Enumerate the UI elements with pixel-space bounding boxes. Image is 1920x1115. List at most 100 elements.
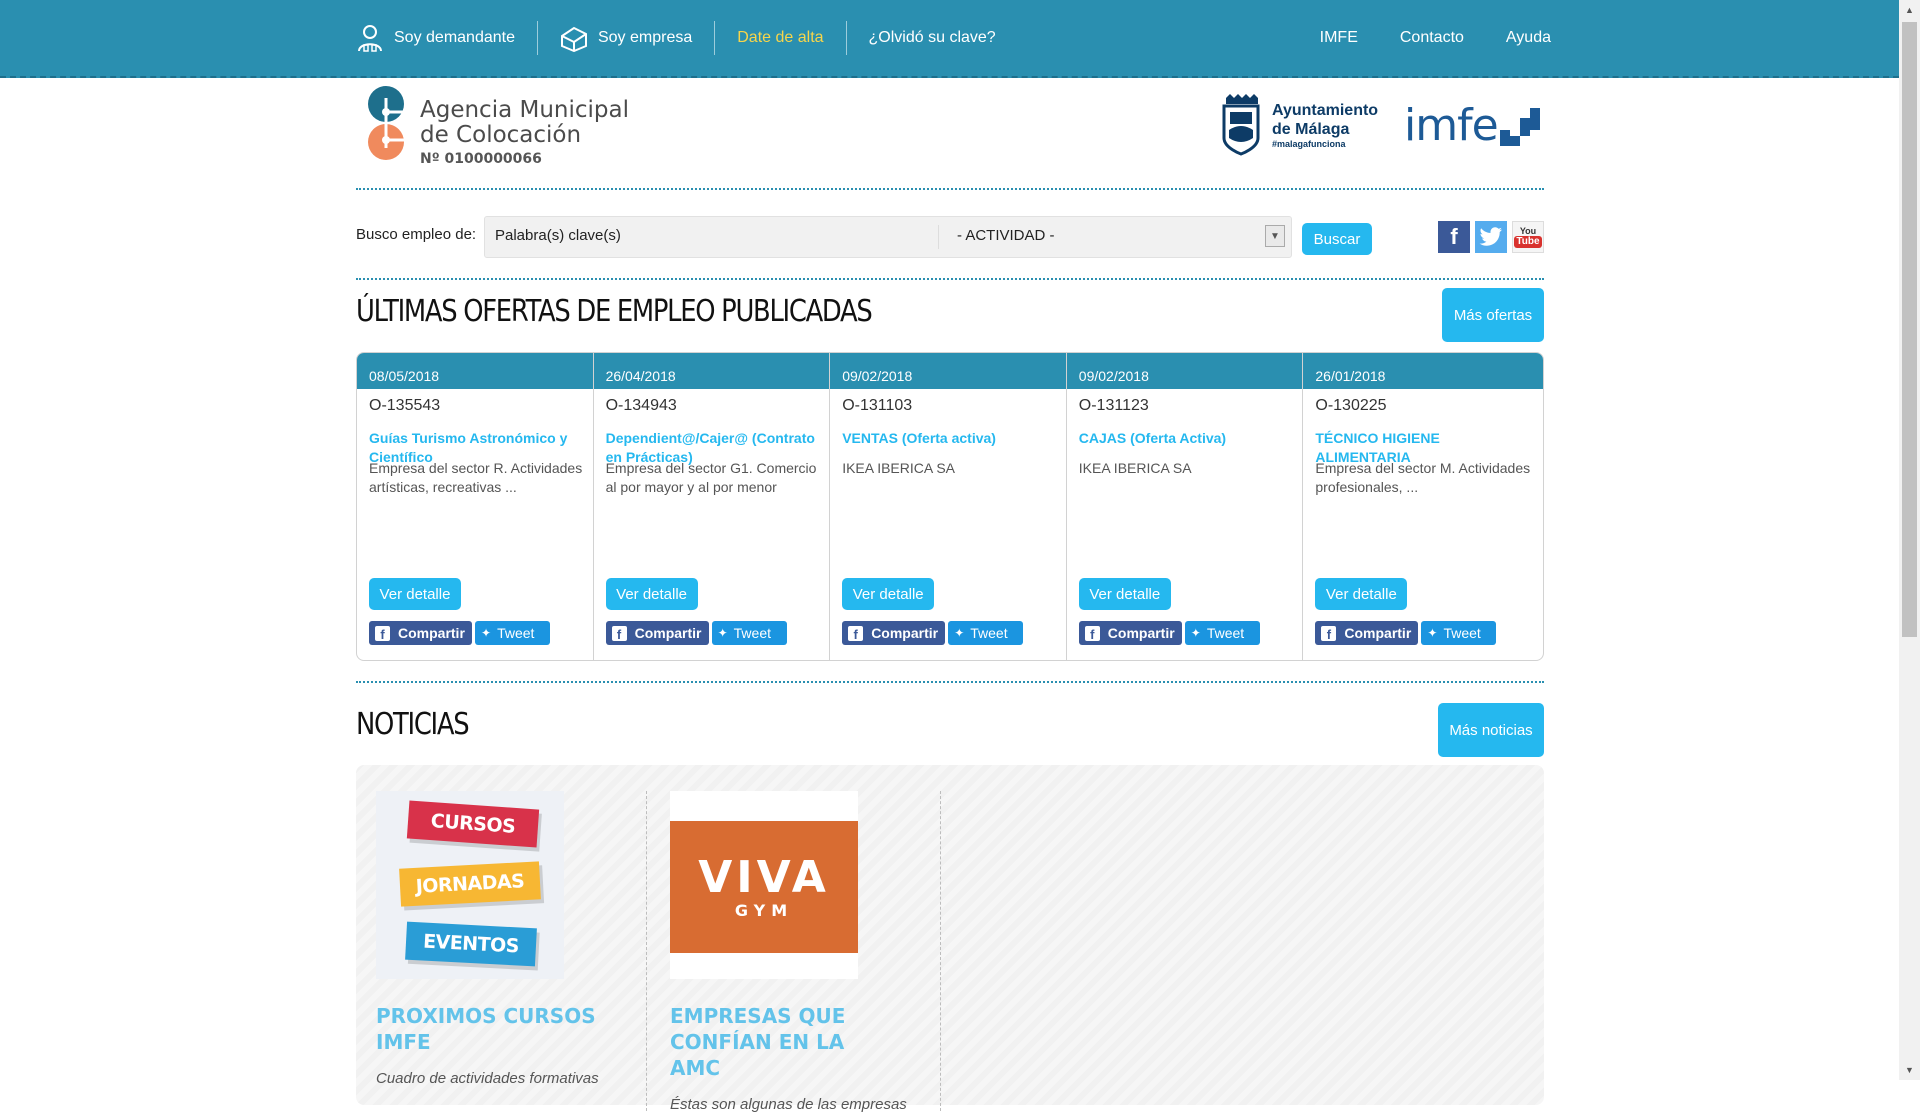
facebook-icon: f [1084,625,1100,641]
view-detail-button[interactable]: Ver detalle [369,578,461,610]
tweet-label: Tweet [1206,625,1245,641]
twitter-bird-icon: ✦ [717,626,728,640]
viva-gym-logo: VIVA GYM [670,821,858,953]
share-buttons: f Compartir ✦ Tweet [842,621,1024,645]
news-title: NOTICIAS [356,707,470,742]
share-label: Compartir [634,625,702,641]
nav-contacto[interactable]: Contacto [1358,21,1464,55]
offer-date: 09/02/2018 [830,353,1066,389]
more-offers-button[interactable]: Más ofertas [1442,288,1544,342]
activity-select[interactable]: - ACTIVIDAD - [957,227,1055,244]
offer-card: 09/02/2018 O-131103 VENTAS (Oferta activ… [830,353,1067,660]
tweet-button[interactable]: ✦ Tweet [948,621,1024,645]
amc-name-line1: Agencia Municipal [420,97,630,123]
search-label: Busco empleo de: [356,226,477,243]
scroll-up-arrow-icon[interactable]: ▲ [1899,0,1920,20]
ayuntamiento-line2: de Málaga [1272,121,1350,138]
nav-olvido-clave[interactable]: ¿Olvidó su clave? [847,21,1018,55]
view-detail-button[interactable]: Ver detalle [1315,578,1408,610]
news-item: CURSOS JORNADAS EVENTOS PROXIMOS CURSOS … [376,791,616,1089]
youtube-icon[interactable]: You Tube [1512,221,1544,253]
facebook-icon: f [1321,625,1337,641]
twitter-icon[interactable] [1475,221,1507,253]
nav-imfe[interactable]: IMFE [1278,21,1358,55]
nav-label: Contacto [1399,29,1464,46]
facebook-share-button[interactable]: f Compartir [1078,621,1182,645]
site-header: Agencia Municipal de Colocación Nº 01000… [356,76,1544,190]
view-detail-button[interactable]: Ver detalle [605,578,698,610]
facebook-icon: f [375,625,390,641]
share-label: Compartir [398,625,465,641]
more-news-button[interactable]: Más noticias [1438,703,1544,757]
scrollbar-thumb[interactable] [1902,22,1917,637]
share-label: Compartir [871,625,939,641]
offer-card: 26/01/2018 O-130225 TÉCNICO HIGIENE ALIM… [1303,353,1543,660]
tweet-label: Tweet [970,625,1008,641]
share-buttons: f Compartir ✦ Tweet [1315,621,1497,645]
tweet-label: Tweet [733,625,772,641]
facebook-share-button[interactable]: f Compartir [369,621,472,645]
facebook-share-button[interactable]: f Compartir [842,621,946,645]
news-title-link[interactable]: PROXIMOS CURSOS IMFE [376,1003,606,1055]
news-image-viva-gym[interactable]: VIVA GYM [670,791,858,979]
scroll-down-arrow-icon[interactable]: ▼ [1899,1060,1920,1080]
offer-description: Empresa del sector G1. Comercio al por m… [605,460,817,495]
vertical-scrollbar[interactable]: ▲ ▼ [1899,0,1920,1080]
offer-title-link[interactable]: CAJAS (Oferta Activa) [1079,429,1294,448]
amc-number: Nº 0100000066 [420,151,542,167]
ribbon-cursos: CURSOS [406,800,540,848]
chevron-down-icon[interactable]: ▼ [1265,225,1285,247]
tweet-button[interactable]: ✦ Tweet [711,621,787,645]
job-search-bar: Busco empleo de: Palabra(s) clave(s) - A… [356,190,1544,280]
twitter-bird-icon: ✦ [481,626,492,640]
company-icon [560,24,588,52]
offer-date: 26/01/2018 [1303,353,1543,389]
facebook-glyph: f [1450,224,1458,249]
imfe-blocks-icon [1499,108,1540,146]
nav-separator [845,21,847,55]
amc-name-line2: de Colocación [420,122,582,148]
tweet-label: Tweet [1443,625,1481,641]
offer-card: 09/02/2018 O-131123 CAJAS (Oferta Activa… [1066,353,1304,660]
offer-code: O-134943 [605,397,677,414]
share-buttons: f Compartir ✦ Tweet [1078,621,1260,645]
offer-company: IKEA IBERICA SA [1078,460,1192,476]
search-button[interactable]: Buscar [1302,223,1372,255]
news-title-link[interactable]: EMPRESAS QUE CONFÍAN EN LA AMC [670,1003,900,1081]
facebook-share-button[interactable]: f Compartir [605,621,709,645]
nav-date-de-alta[interactable]: Date de alta [715,21,845,55]
nav-soy-demandante[interactable]: Soy demandante [334,21,537,55]
nav-separator [714,21,716,55]
youtube-glyph-bottom: Tube [1514,236,1542,248]
offer-description: Empresa del sector R. Actividades artíst… [369,460,583,495]
amc-logo[interactable]: Agencia Municipal de Colocación Nº 01000… [364,84,629,167]
keywords-input[interactable]: Palabra(s) clave(s) [495,227,621,244]
tweet-button[interactable]: ✦ Tweet [1421,621,1497,645]
tweet-button[interactable]: ✦ Tweet [1184,621,1260,645]
nav-label: Soy empresa [597,29,693,46]
ribbon-jornadas: JORNADAS [399,861,541,907]
nav-soy-empresa[interactable]: Soy empresa [538,21,714,55]
tweet-button[interactable]: ✦ Tweet [475,621,550,645]
top-navigation-bar: Soy demandante Soy empresa Date de alta … [0,0,1899,78]
facebook-share-button[interactable]: f Compartir [1315,621,1419,645]
offer-title-link[interactable]: VENTAS (Oferta activa) [842,429,1057,448]
share-buttons: f Compartir ✦ Tweet [605,621,787,645]
nav-label: Date de alta [737,29,824,46]
view-detail-button[interactable]: Ver detalle [1078,578,1171,610]
social-links: f You Tube [1438,221,1544,253]
main-content: Agencia Municipal de Colocación Nº 01000… [356,76,1544,1113]
ayuntamiento-logo[interactable]: Ayuntamiento de Málaga #malagafunciona [1220,94,1378,156]
news-separator [940,791,942,1111]
news-image-cursos[interactable]: CURSOS JORNADAS EVENTOS [376,791,564,979]
offers-section-header: ÚLTIMAS OFERTAS DE EMPLEO PUBLICADAS Más… [356,280,1544,352]
offer-code: O-135543 [369,397,441,414]
offer-code: O-130225 [1315,397,1387,414]
facebook-icon[interactable]: f [1438,221,1470,253]
share-label: Compartir [1107,625,1175,641]
imfe-logo[interactable]: imfe [1404,104,1542,148]
nav-ayuda[interactable]: Ayuda [1464,21,1551,55]
view-detail-button[interactable]: Ver detalle [842,578,935,610]
twitter-bird-icon: ✦ [1190,626,1201,640]
topnav-left: Soy demandante Soy empresa Date de alta … [334,0,1018,76]
